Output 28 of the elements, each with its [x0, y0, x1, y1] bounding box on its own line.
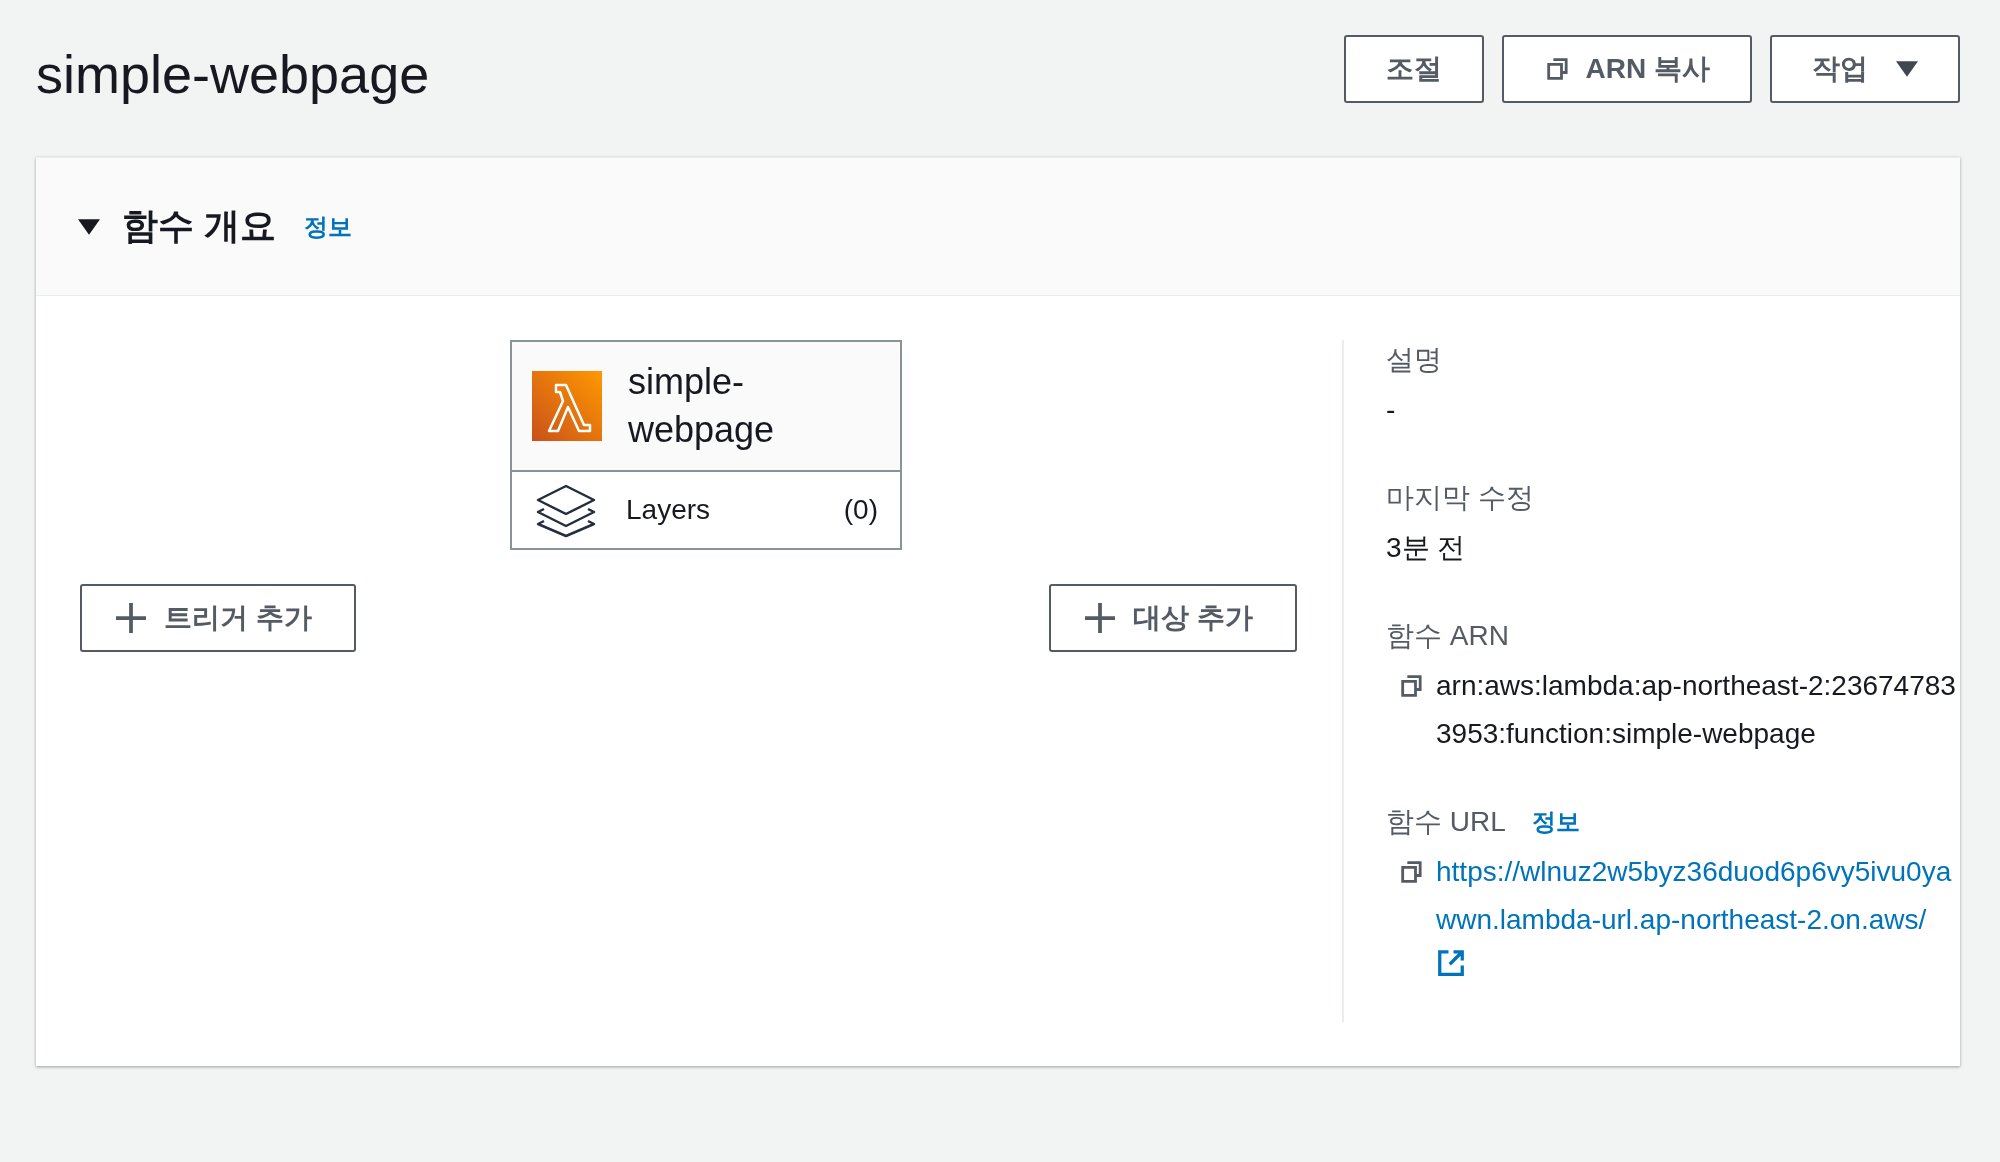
- collapse-caret-icon[interactable]: [78, 218, 100, 235]
- detail-value: -: [1386, 393, 1397, 427]
- page-title: simple-webpage: [36, 42, 430, 105]
- lambda-icon: [532, 371, 602, 441]
- add-trigger-button[interactable]: 트리거 추가: [80, 584, 356, 652]
- add-destination-button[interactable]: 대상 추가: [1049, 584, 1297, 652]
- detail-label: 마지막 수정: [1386, 481, 1534, 515]
- detail-label: 함수 URL: [1386, 805, 1506, 839]
- detail-value: 3분 전: [1386, 531, 1467, 565]
- layers-icon: [534, 482, 598, 538]
- function-card[interactable]: simple-webpage Layers (0): [510, 340, 902, 550]
- external-link-icon: [1436, 948, 1466, 978]
- function-arn: arn:aws:lambda:ap-northeast-2:236747833953:function:simple-webpage: [1436, 669, 1956, 751]
- info-link[interactable]: 정보: [1531, 806, 1580, 838]
- caret-icon: [1896, 60, 1918, 77]
- detail-label: 설명: [1386, 343, 1442, 377]
- actions-dropdown[interactable]: 작업: [1770, 34, 1960, 103]
- function-name: simple-webpage: [628, 360, 776, 452]
- panel-title: 함수 개요: [122, 204, 276, 248]
- header-button[interactable]: 조절: [1343, 34, 1484, 103]
- plus-icon: [116, 603, 146, 633]
- plus-icon: [1085, 603, 1116, 633]
- detail-label: 함수 ARN: [1386, 619, 1509, 653]
- layers-label: Layers: [626, 494, 711, 526]
- header-button[interactable]: ARN 복사: [1501, 34, 1752, 103]
- layers-count: (0): [843, 494, 878, 526]
- info-link[interactable]: 정보: [304, 210, 352, 243]
- function-url-link[interactable]: https://wlnuz2w5byz36duod6p6vy5ivu0yawwn.lambda-url.ap-northeast-2.on.aws/: [1436, 848, 1956, 944]
